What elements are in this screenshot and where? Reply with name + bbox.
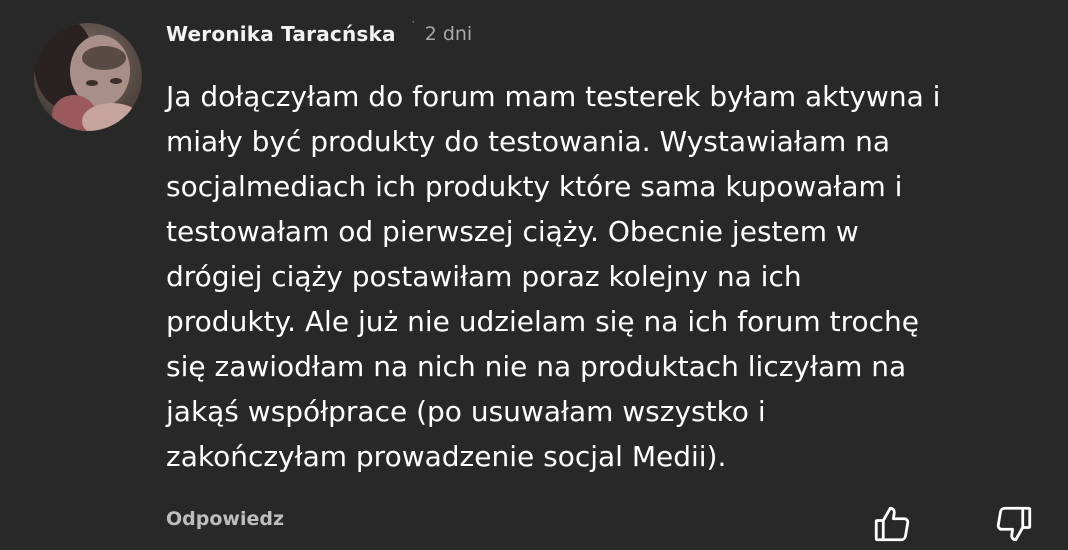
comment-line: testowałam od pierwszej ciąży. Obecnie j…	[166, 215, 859, 248]
comment-line: się zawiodłam na nich nie na produktach …	[166, 350, 907, 383]
comment-line: zakończyłam prowadzenie socjal Medii).	[166, 440, 727, 473]
comment-line: miały być produkty do testowania. Wystaw…	[166, 125, 891, 158]
comment-body: Ja dołączyłam do forum mam testerek była…	[166, 74, 1056, 479]
dislike-button[interactable]	[990, 500, 1038, 548]
comment-header: Weronika Taracńska ˙ 2 dni	[166, 20, 473, 46]
comment-card: Weronika Taracńska ˙ 2 dni Ja dołączyłam…	[0, 0, 1068, 550]
comment-line: socjalmediach ich produkty które sama ku…	[166, 170, 903, 203]
reply-button[interactable]: Odpowiedz	[166, 508, 284, 530]
author-name[interactable]: Weronika Taracńska	[166, 22, 396, 46]
like-button[interactable]	[868, 500, 916, 548]
thumbs-down-icon	[996, 506, 1032, 542]
comment-line: produkty. Ale już nie udzielam się na ic…	[166, 305, 919, 338]
avatar[interactable]	[34, 23, 142, 131]
avatar-image	[34, 23, 142, 131]
comment-line: jakąś współprace (po usuwałam wszystko i	[166, 395, 766, 428]
thumbs-up-icon	[874, 506, 910, 542]
comment-timestamp: 2 dni	[424, 23, 473, 45]
comment-line: Ja dołączyłam do forum mam testerek była…	[166, 80, 941, 113]
comment-line: drógiej ciąży postawiłam poraz kolejny n…	[166, 260, 802, 293]
header-separator: ˙	[409, 20, 417, 36]
